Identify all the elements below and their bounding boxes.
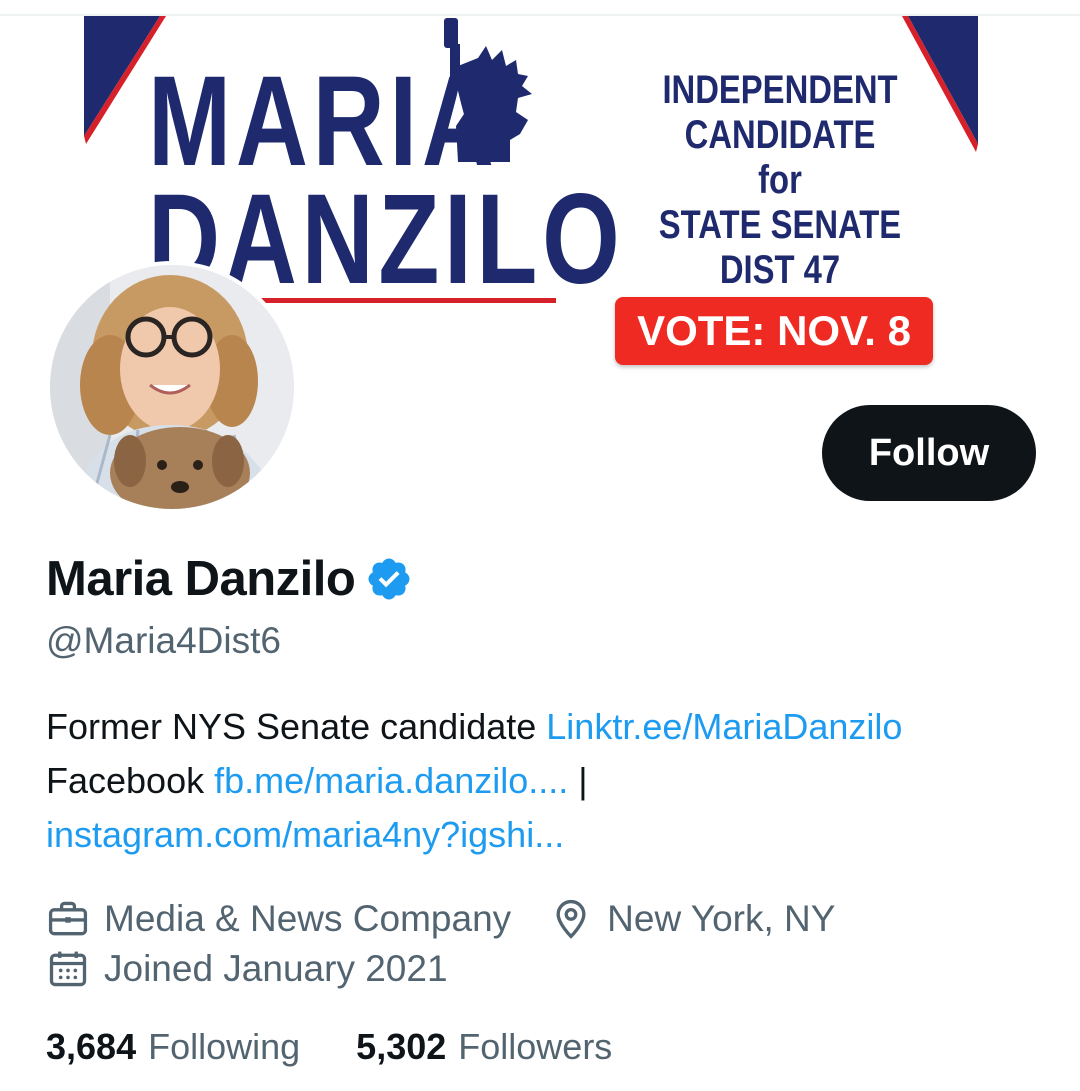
banner-candidate-text: INDEPENDENT CANDIDATE for STATE SENATE D…: [649, 68, 911, 293]
calendar-icon: [49, 951, 87, 987]
following-link[interactable]: 3,684 Following: [46, 1026, 300, 1068]
followers-label: Followers: [458, 1026, 613, 1067]
profile-meta-row: Joined January 2021: [46, 944, 448, 994]
profile-bio: Former NYS Senate candidate Linktr.ee/Ma…: [46, 700, 1046, 862]
profile-category-label: Media & News Company: [104, 898, 512, 939]
bio-link-facebook[interactable]: fb.me/maria.danzilo....: [214, 760, 568, 801]
briefcase-icon: [48, 901, 88, 936]
bio-link-linktree[interactable]: Linktr.ee/MariaDanzilo: [546, 706, 902, 747]
profile-location: New York, NY: [549, 897, 835, 941]
banner-line: DIST 47: [719, 248, 841, 292]
profile-joined: Joined January 2021: [46, 947, 448, 991]
bio-link-instagram[interactable]: instagram.com/maria4ny?igshi...: [46, 814, 564, 855]
profile-stats: 3,684 Following 5,302 Followers: [46, 1026, 612, 1068]
profile-category: Media & News Company: [46, 897, 511, 941]
banner-name-first: MARIA: [148, 50, 499, 193]
verified-badge-icon[interactable]: [365, 555, 413, 603]
avatar-photo: [50, 265, 294, 509]
follow-button[interactable]: Follow: [822, 405, 1036, 501]
following-count: 3,684: [46, 1026, 137, 1067]
bio-text: Former NYS Senate candidate: [46, 706, 537, 747]
display-name: Maria Danzilo: [46, 552, 356, 606]
following-label: Following: [148, 1026, 301, 1067]
profile-joined-label: Joined January 2021: [104, 948, 448, 989]
profile-meta-row: Media & News Company New York, NY: [46, 894, 835, 944]
followers-link[interactable]: 5,302 Followers: [356, 1026, 612, 1068]
avatar[interactable]: [46, 261, 298, 513]
profile-location-label: New York, NY: [607, 898, 836, 939]
bio-text: Facebook: [46, 760, 205, 801]
banner-line: INDEPENDENT: [662, 68, 898, 112]
banner-line: STATE SENATE: [658, 203, 902, 247]
bio-separator: |: [578, 760, 588, 801]
vote-date-badge: VOTE: NOV. 8: [615, 297, 933, 365]
followers-count: 5,302: [356, 1026, 447, 1067]
banner-line: for: [758, 158, 802, 202]
banner-line: CANDIDATE: [684, 113, 876, 157]
location-pin-icon: [556, 899, 586, 939]
display-name-row: Maria Danzilo: [46, 548, 413, 610]
profile-handle: @Maria4Dist6: [46, 620, 281, 661]
